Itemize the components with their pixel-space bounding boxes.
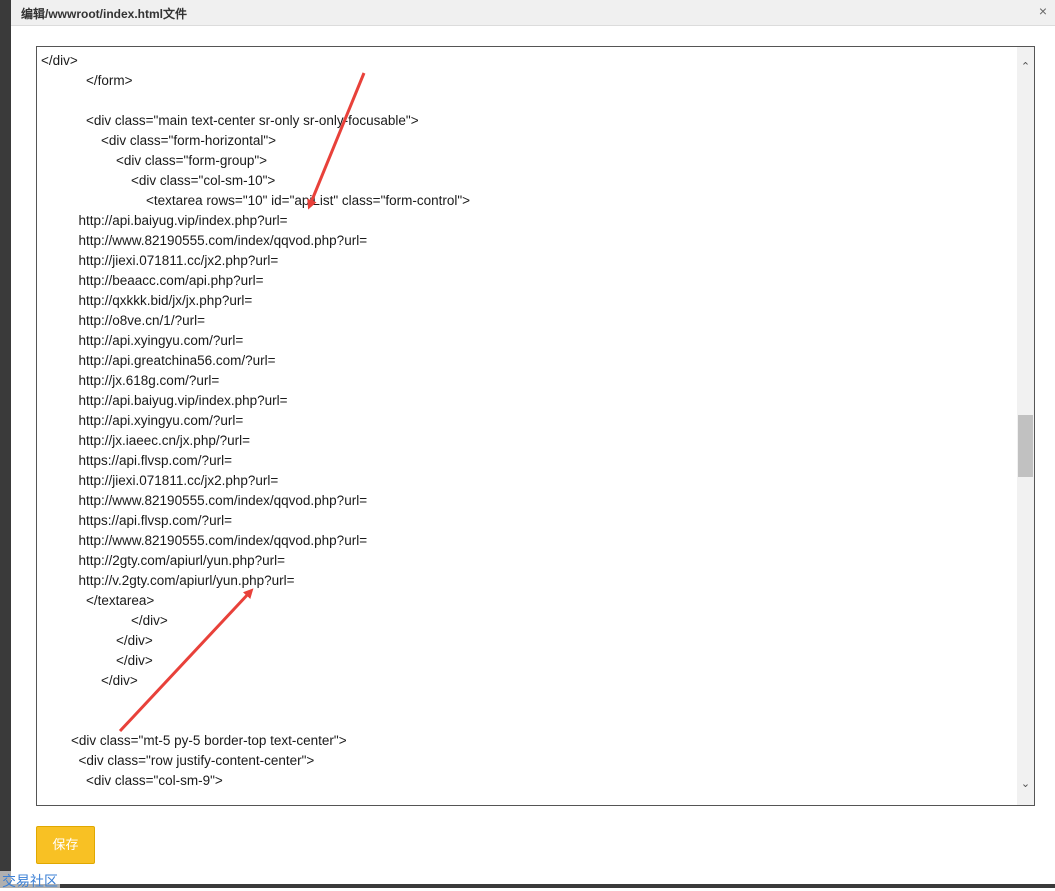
close-icon[interactable]: × [1035,2,1051,20]
code-line: http://api.greatchina56.com/?url= [41,353,276,368]
code-line: </div> [41,633,153,648]
code-line: <div class="col-sm-10"> [41,173,276,188]
code-line: http://v.2gty.com/apiurl/yun.php?url= [41,573,295,588]
code-line: http://api.baiyug.vip/index.php?url= [41,213,288,228]
edit-file-dialog: 编辑/wwwroot/index.html文件 × </div> </form>… [11,0,1055,884]
code-line: http://beaacc.com/api.php?url= [41,273,264,288]
code-line: </div> [41,613,168,628]
code-content[interactable]: </div> </form> <div class="main text-cen… [41,51,1016,791]
code-line: <div class="form-group"> [41,153,268,168]
code-line: https://api.flvsp.com/?url= [41,513,232,528]
dialog-title: 编辑/wwwroot/index.html文件 [21,7,188,21]
code-line: http://o8ve.cn/1/?url= [41,313,205,328]
code-line: http://www.82190555.com/index/qqvod.php?… [41,233,368,248]
code-line: http://www.82190555.com/index/qqvod.php?… [41,493,368,508]
code-line: <div class="main text-center sr-only sr-… [41,113,419,128]
background-overlay-bottom [0,884,1055,888]
code-line: http://www.82190555.com/index/qqvod.php?… [41,533,368,548]
code-line: http://jx.iaeec.cn/jx.php/?url= [41,433,250,448]
code-line: http://2gty.com/apiurl/yun.php?url= [41,553,286,568]
code-line: <div class="mt-5 py-5 border-top text-ce… [41,733,347,748]
vertical-scrollbar[interactable]: ⌃ ⌄ [1017,47,1034,805]
code-line: https://api.flvsp.com/?url= [41,453,232,468]
code-line: http://jiexi.071811.cc/jx2.php?url= [41,473,279,488]
code-line: http://api.xyingyu.com/?url= [41,413,244,428]
code-editor[interactable]: </div> </form> <div class="main text-cen… [36,46,1035,806]
code-line: http://api.baiyug.vip/index.php?url= [41,393,288,408]
background-overlay [0,0,11,888]
chevron-up-icon[interactable]: ⌃ [1017,59,1034,76]
code-line: http://qxkkk.bid/jx/jx.php?url= [41,293,253,308]
code-line: <div class="form-horizontal"> [41,133,277,148]
code-line: http://jiexi.071811.cc/jx2.php?url= [41,253,279,268]
code-line: http://api.xyingyu.com/?url= [41,333,244,348]
code-line: </form> [41,73,133,88]
code-line: </div> [41,673,138,688]
scrollbar-thumb[interactable] [1018,415,1033,477]
chevron-down-icon[interactable]: ⌄ [1017,776,1034,793]
code-line: </textarea> [41,593,155,608]
code-line: <div class="row justify-content-center"> [41,753,315,768]
code-line: </div> [41,653,153,668]
code-line: <div class="col-sm-9"> [41,773,223,788]
save-button[interactable]: 保存 [36,826,95,864]
watermark: 交易社区 [0,871,60,891]
code-line: </div> [41,53,78,68]
dialog-title-bar: 编辑/wwwroot/index.html文件 × [11,0,1055,26]
code-line: http://jx.618g.com/?url= [41,373,220,388]
code-line: <textarea rows="10" id="apiList" class="… [41,193,471,208]
